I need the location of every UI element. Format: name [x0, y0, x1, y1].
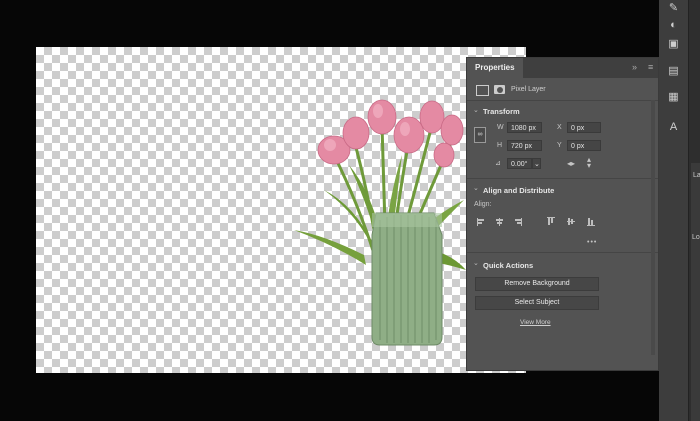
align-horizontal-centers-icon — [496, 218, 503, 226]
lock-label-fragment: Lo — [692, 234, 700, 241]
align-bottom-edges-icon — [587, 218, 595, 226]
properties-panel: Properties » ≡ Pixel Layer ⌄ Transform ∞… — [466, 57, 659, 371]
chevron-down-icon[interactable]: ⌄ — [473, 184, 479, 192]
panel-menu-icon[interactable]: ≡ — [648, 62, 653, 72]
width-field[interactable]: 1080 px — [507, 122, 542, 133]
quick-actions-section-title[interactable]: Quick Actions — [483, 261, 533, 270]
flip-vertical-icon[interactable]: ▴ ▾ — [587, 156, 591, 170]
angle-icon: ⊿ — [495, 160, 501, 167]
height-label: H — [497, 142, 503, 149]
image-layer-icon — [476, 85, 489, 96]
align-section-title[interactable]: Align and Distribute — [483, 186, 554, 195]
properties-tab[interactable]: Properties — [467, 58, 523, 78]
align-top-edges-icon — [547, 217, 555, 225]
layers-label-fragment: La — [693, 172, 700, 179]
select-subject-button[interactable]: Select Subject — [475, 296, 599, 310]
link-icon[interactable]: ∞ — [474, 127, 486, 143]
remove-background-button[interactable]: Remove Background — [475, 277, 599, 291]
libraries-icon[interactable]: ▣ — [665, 36, 682, 53]
y-field[interactable]: 0 px — [567, 140, 601, 151]
x-label: X — [557, 124, 562, 131]
layer-type-label: Pixel Layer — [511, 86, 546, 93]
transform-section-title[interactable]: Transform — [483, 107, 520, 116]
properties-icon[interactable]: ▤ — [665, 63, 682, 80]
edit-icon[interactable]: ✎ — [665, 0, 682, 17]
chevron-down-icon[interactable]: ⌄ — [473, 259, 479, 267]
layers-panel-edge — [691, 163, 700, 421]
more-options-icon[interactable]: ••• — [587, 239, 597, 246]
align-right-edges-icon — [515, 218, 522, 226]
y-label: Y — [557, 142, 562, 149]
x-field[interactable]: 0 px — [567, 122, 601, 133]
collapse-icon[interactable]: » — [632, 62, 637, 72]
tulips-in-vase-image — [294, 99, 466, 346]
right-toolbar: ✎ ◐ ▣ ▤ ▦ A La Lo — [659, 0, 700, 421]
chevron-down-icon[interactable]: ⌄ — [473, 106, 479, 114]
width-label: W — [497, 124, 504, 131]
angle-dropdown-icon[interactable]: ⌄ — [532, 158, 541, 169]
align-label: Align: — [474, 201, 492, 208]
adjustments-icon[interactable]: ◐ — [665, 17, 682, 34]
character-icon[interactable]: A — [665, 119, 682, 136]
align-left-edges-icon — [477, 218, 484, 226]
height-field[interactable]: 720 px — [507, 140, 542, 151]
flip-horizontal-icon[interactable]: ◂▸ — [567, 159, 575, 168]
panel-tab-bar: Properties » ≡ — [467, 58, 658, 78]
view-more-link[interactable]: View More — [520, 319, 551, 326]
image-icon[interactable]: ▦ — [665, 89, 682, 106]
align-buttons-row — [477, 217, 595, 226]
panel-scrollbar[interactable] — [651, 100, 655, 355]
mask-icon[interactable] — [494, 85, 505, 94]
align-vertical-centers-icon — [567, 218, 575, 225]
angle-field[interactable]: 0.00° — [507, 158, 532, 169]
document-canvas[interactable] — [36, 47, 526, 373]
